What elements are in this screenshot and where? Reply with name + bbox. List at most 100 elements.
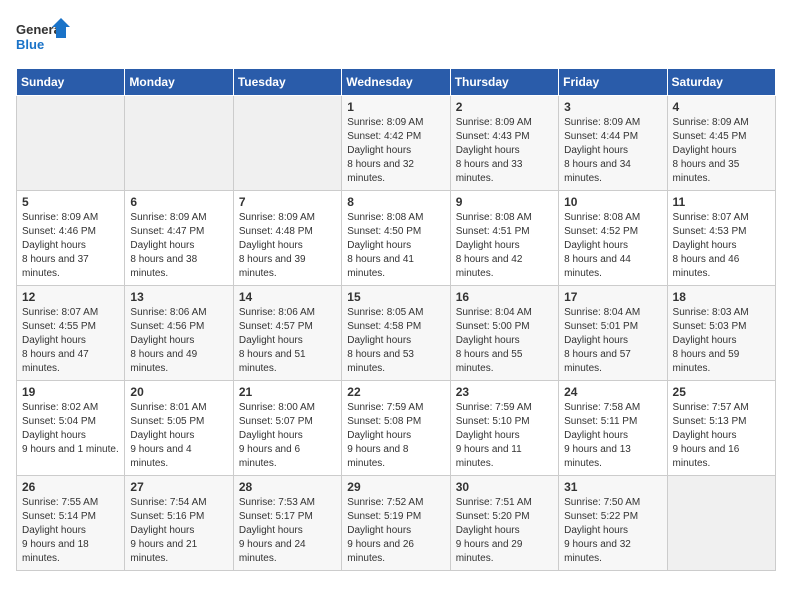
day-cell: 24 Sunrise: 7:58 AMSunset: 5:11 PMDayligh… (559, 381, 667, 476)
day-cell: 23Sunrise: 7:59 AMSunset: 5:10 PMDayligh… (450, 381, 558, 476)
calendar-table: SundayMondayTuesdayWednesdayThursdayFrid… (16, 68, 776, 571)
weekday-header-row: SundayMondayTuesdayWednesdayThursdayFrid… (17, 69, 776, 96)
day-info: Sunrise: 8:09 AMSunset: 4:48 PMDaylight … (239, 211, 336, 281)
day-info: Sunrise: 8:09 AMSunset: 4:44 PMDaylight … (564, 116, 661, 186)
day-number: 21 (239, 385, 336, 399)
logo-svg: General Blue (16, 16, 71, 60)
day-cell: 26 Sunrise: 7:55 AMSunset: 5:14 PMDayligh… (17, 476, 125, 571)
day-info: Sunrise: 8:06 AMSunset: 4:57 PMDaylight … (239, 306, 336, 376)
day-info: Sunrise: 8:04 AMSunset: 5:01 PMDaylight … (564, 306, 661, 376)
day-info: Sunrise: 7:50 AMSunset: 5:22 PMDaylight … (564, 496, 661, 566)
day-info: Sunrise: 8:05 AMSunset: 4:58 PMDaylight … (347, 306, 444, 376)
day-cell: 28 Sunrise: 7:53 AMSunset: 5:17 PMDayligh… (233, 476, 341, 571)
day-info: Sunrise: 7:59 AMSunset: 5:08 PMDaylight … (347, 401, 444, 471)
week-row-1: 1 Sunrise: 8:09 AMSunset: 4:42 PMDaylight… (17, 96, 776, 191)
day-cell: 4 Sunrise: 8:09 AMSunset: 4:45 PMDaylight… (667, 96, 775, 191)
day-info: Sunrise: 8:09 AMSunset: 4:47 PMDaylight … (130, 211, 227, 281)
day-cell (125, 96, 233, 191)
weekday-header-thursday: Thursday (450, 69, 558, 96)
day-cell: 29 Sunrise: 7:52 AMSunset: 5:19 PMDayligh… (342, 476, 450, 571)
day-number: 30 (456, 480, 553, 494)
day-info: Sunrise: 7:51 AMSunset: 5:20 PMDaylight … (456, 496, 553, 566)
day-info: Sunrise: 7:52 AMSunset: 5:19 PMDaylight … (347, 496, 444, 566)
day-number: 28 (239, 480, 336, 494)
day-number: 8 (347, 195, 444, 209)
day-number: 2 (456, 100, 553, 114)
weekday-header-tuesday: Tuesday (233, 69, 341, 96)
day-number: 19 (22, 385, 119, 399)
day-cell: 15Sunrise: 8:05 AMSunset: 4:58 PMDayligh… (342, 286, 450, 381)
day-cell (667, 476, 775, 571)
day-number: 23 (456, 385, 553, 399)
day-info: Sunrise: 8:09 AMSunset: 4:43 PMDaylight … (456, 116, 553, 186)
day-number: 10 (564, 195, 661, 209)
day-cell: 9 Sunrise: 8:08 AMSunset: 4:51 PMDaylight… (450, 191, 558, 286)
day-cell: 11Sunrise: 8:07 AMSunset: 4:53 PMDayligh… (667, 191, 775, 286)
day-number: 16 (456, 290, 553, 304)
day-number: 27 (130, 480, 227, 494)
day-info: Sunrise: 7:54 AMSunset: 5:16 PMDaylight … (130, 496, 227, 566)
day-number: 6 (130, 195, 227, 209)
day-info: Sunrise: 8:09 AMSunset: 4:46 PMDaylight … (22, 211, 119, 281)
day-cell: 16 Sunrise: 8:04 AMSunset: 5:00 PMDayligh… (450, 286, 558, 381)
day-number: 4 (673, 100, 770, 114)
weekday-header-wednesday: Wednesday (342, 69, 450, 96)
day-number: 11 (673, 195, 770, 209)
day-info: Sunrise: 8:08 AMSunset: 4:50 PMDaylight … (347, 211, 444, 281)
day-number: 31 (564, 480, 661, 494)
day-number: 9 (456, 195, 553, 209)
day-cell: 12 Sunrise: 8:07 AMSunset: 4:55 PMDayligh… (17, 286, 125, 381)
day-info: Sunrise: 8:00 AMSunset: 5:07 PMDaylight … (239, 401, 336, 471)
week-row-4: 19Sunrise: 8:02 AMSunset: 5:04 PMDayligh… (17, 381, 776, 476)
day-info: Sunrise: 7:58 AMSunset: 5:11 PMDaylight … (564, 401, 661, 471)
day-info: Sunrise: 7:53 AMSunset: 5:17 PMDaylight … (239, 496, 336, 566)
day-info: Sunrise: 8:09 AMSunset: 4:42 PMDaylight … (347, 116, 444, 186)
day-cell: 3Sunrise: 8:09 AMSunset: 4:44 PMDaylight… (559, 96, 667, 191)
day-cell: 6 Sunrise: 8:09 AMSunset: 4:47 PMDaylight… (125, 191, 233, 286)
day-number: 17 (564, 290, 661, 304)
weekday-header-friday: Friday (559, 69, 667, 96)
day-number: 14 (239, 290, 336, 304)
day-info: Sunrise: 7:55 AMSunset: 5:14 PMDaylight … (22, 496, 119, 566)
day-info: Sunrise: 7:57 AMSunset: 5:13 PMDaylight … (673, 401, 770, 471)
day-info: Sunrise: 8:01 AMSunset: 5:05 PMDaylight … (130, 401, 227, 471)
day-cell: 25 Sunrise: 7:57 AMSunset: 5:13 PMDayligh… (667, 381, 775, 476)
day-info: Sunrise: 8:03 AMSunset: 5:03 PMDaylight … (673, 306, 770, 376)
day-info: Sunrise: 8:08 AMSunset: 4:51 PMDaylight … (456, 211, 553, 281)
day-info: Sunrise: 8:06 AMSunset: 4:56 PMDaylight … (130, 306, 227, 376)
day-cell: 8 Sunrise: 8:08 AMSunset: 4:50 PMDaylight… (342, 191, 450, 286)
day-cell: 30 Sunrise: 7:51 AMSunset: 5:20 PMDayligh… (450, 476, 558, 571)
day-cell (17, 96, 125, 191)
day-cell: 17 Sunrise: 8:04 AMSunset: 5:01 PMDayligh… (559, 286, 667, 381)
day-cell: 5 Sunrise: 8:09 AMSunset: 4:46 PMDaylight… (17, 191, 125, 286)
logo: General Blue (16, 16, 71, 60)
page-header: General Blue (16, 16, 776, 60)
day-cell: 21 Sunrise: 8:00 AMSunset: 5:07 PMDayligh… (233, 381, 341, 476)
weekday-header-monday: Monday (125, 69, 233, 96)
day-number: 1 (347, 100, 444, 114)
day-cell: 20 Sunrise: 8:01 AMSunset: 5:05 PMDayligh… (125, 381, 233, 476)
day-number: 25 (673, 385, 770, 399)
day-number: 24 (564, 385, 661, 399)
day-info: Sunrise: 8:04 AMSunset: 5:00 PMDaylight … (456, 306, 553, 376)
weekday-header-saturday: Saturday (667, 69, 775, 96)
day-cell: 27 Sunrise: 7:54 AMSunset: 5:16 PMDayligh… (125, 476, 233, 571)
day-number: 26 (22, 480, 119, 494)
day-cell: 31 Sunrise: 7:50 AMSunset: 5:22 PMDayligh… (559, 476, 667, 571)
day-number: 29 (347, 480, 444, 494)
day-info: Sunrise: 8:07 AMSunset: 4:55 PMDaylight … (22, 306, 119, 376)
day-info: Sunrise: 8:09 AMSunset: 4:45 PMDaylight … (673, 116, 770, 186)
day-number: 5 (22, 195, 119, 209)
week-row-3: 12 Sunrise: 8:07 AMSunset: 4:55 PMDayligh… (17, 286, 776, 381)
svg-text:Blue: Blue (16, 37, 44, 52)
day-cell: 14 Sunrise: 8:06 AMSunset: 4:57 PMDayligh… (233, 286, 341, 381)
weekday-header-sunday: Sunday (17, 69, 125, 96)
day-cell: 1 Sunrise: 8:09 AMSunset: 4:42 PMDaylight… (342, 96, 450, 191)
day-cell: 19Sunrise: 8:02 AMSunset: 5:04 PMDayligh… (17, 381, 125, 476)
day-cell: 18Sunrise: 8:03 AMSunset: 5:03 PMDayligh… (667, 286, 775, 381)
day-number: 12 (22, 290, 119, 304)
day-number: 20 (130, 385, 227, 399)
week-row-5: 26 Sunrise: 7:55 AMSunset: 5:14 PMDayligh… (17, 476, 776, 571)
day-cell: 10Sunrise: 8:08 AMSunset: 4:52 PMDayligh… (559, 191, 667, 286)
day-number: 7 (239, 195, 336, 209)
